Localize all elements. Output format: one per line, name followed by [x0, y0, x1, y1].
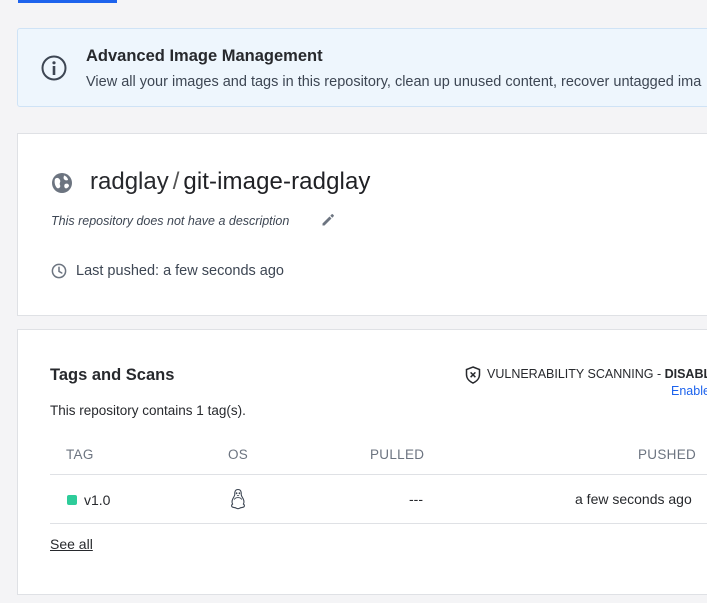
enable-scanning-link[interactable]: Enable — [671, 384, 707, 398]
repository-title: radglay / git-image-radglay — [90, 168, 371, 196]
pencil-icon[interactable] — [321, 213, 335, 227]
shield-x-icon — [465, 366, 481, 384]
tags-section-title: Tags and Scans — [50, 366, 175, 384]
table-divider — [50, 474, 707, 475]
repository-card: radglay / git-image-radglay This repositor… — [17, 133, 707, 316]
active-tab-indicator — [18, 0, 117, 3]
linux-icon — [231, 488, 245, 510]
banner-title: Advanced Image Management — [86, 47, 323, 65]
tag-pulled-value: --- — [409, 491, 423, 507]
repository-name: git-image-radglay — [183, 168, 371, 195]
column-header-os: OS — [228, 447, 249, 462]
table-divider — [50, 523, 707, 524]
column-header-pushed: PUSHED — [638, 447, 697, 462]
scanning-status: DISABLED — [664, 367, 707, 381]
repository-description: This repository does not have a descript… — [51, 214, 290, 228]
column-header-tag: TAG — [66, 447, 94, 462]
last-pushed-text: Last pushed: a few seconds ago — [76, 263, 284, 279]
top-tab-bar — [0, 0, 707, 3]
repository-separator: / — [172, 168, 180, 195]
info-banner: Advanced Image Management View all your … — [17, 28, 707, 107]
tag-count-text: This repository contains 1 tag(s). — [50, 403, 246, 418]
tag-name-link[interactable]: v1.0 — [84, 492, 110, 508]
see-all-link[interactable]: See all — [50, 536, 93, 552]
column-header-pulled: PULLED — [370, 447, 425, 462]
tag-status-indicator — [67, 495, 77, 505]
repository-namespace[interactable]: radglay — [90, 168, 169, 195]
clock-icon — [51, 263, 67, 279]
banner-description: View all your images and tags in this re… — [86, 74, 702, 90]
scanning-label: VULNERABILITY SCANNING - — [487, 367, 665, 381]
info-icon — [41, 55, 67, 81]
globe-icon — [52, 173, 72, 193]
tag-pushed-value: a few seconds ago — [575, 491, 692, 507]
tags-and-scans-card: Tags and Scans VULNERABILITY SCANNING - … — [17, 329, 707, 595]
